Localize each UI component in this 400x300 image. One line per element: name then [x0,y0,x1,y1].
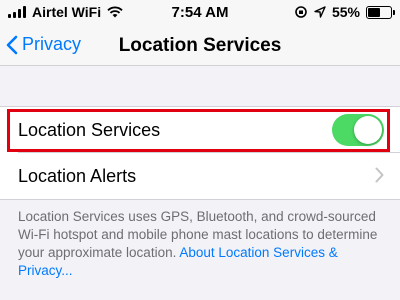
location-alerts-label: Location Alerts [18,165,137,186]
location-services-label: Location Services [18,119,161,140]
footer-description: Location Services uses GPS, Bluetooth, a… [18,208,388,280]
orientation-lock-icon [295,6,307,18]
page-title: Location Services [118,35,282,56]
chevron-right-icon [375,167,384,183]
location-services-row: Location Services [0,107,400,153]
battery-icon [366,5,395,19]
navigation-bar: Privacy Location Services [0,26,400,66]
location-services-toggle[interactable] [332,114,384,146]
status-bar: Airtel WiFi 7:54 AM 55% [0,0,400,26]
battery-percent: 55% [331,4,360,20]
location-arrow-icon [314,6,326,18]
toggle-knob [354,116,382,144]
status-right: 55% [294,4,395,20]
settings-group: Location Services Location Alerts [0,106,400,200]
location-alerts-row[interactable]: Location Alerts [0,153,400,199]
